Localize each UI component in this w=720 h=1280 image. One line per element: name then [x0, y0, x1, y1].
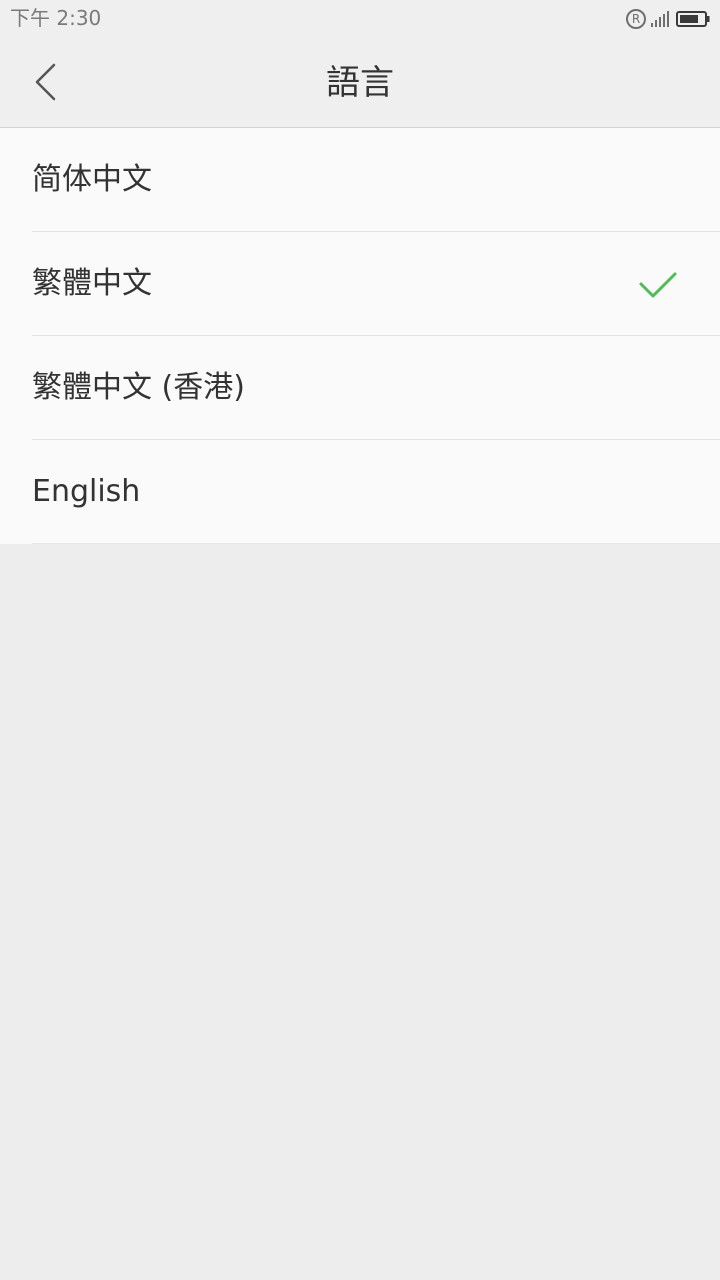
- language-item-traditional-chinese-hk[interactable]: 繁體中文 (香港): [0, 336, 720, 440]
- language-item-english[interactable]: English: [0, 440, 720, 544]
- language-item-simplified-chinese[interactable]: 简体中文: [0, 128, 720, 232]
- status-time: 下午 2:30: [10, 6, 102, 30]
- language-label: 简体中文: [32, 162, 152, 197]
- language-label: English: [32, 474, 141, 509]
- title-bar: 語言: [0, 38, 720, 128]
- status-icons: R: [626, 7, 710, 31]
- battery-icon: [676, 11, 710, 27]
- language-label: 繁體中文 (香港): [32, 370, 245, 405]
- status-bar: 下午 2:30 R: [0, 0, 720, 38]
- signal-icon: [651, 11, 669, 27]
- language-label: 繁體中文: [32, 266, 152, 301]
- page-title: 語言: [326, 63, 394, 103]
- language-item-traditional-chinese[interactable]: 繁體中文: [0, 232, 720, 336]
- checkmark-icon: [639, 272, 677, 298]
- roaming-icon: R: [626, 9, 646, 29]
- language-list: 简体中文 繁體中文 繁體中文 (香港) English: [0, 128, 720, 544]
